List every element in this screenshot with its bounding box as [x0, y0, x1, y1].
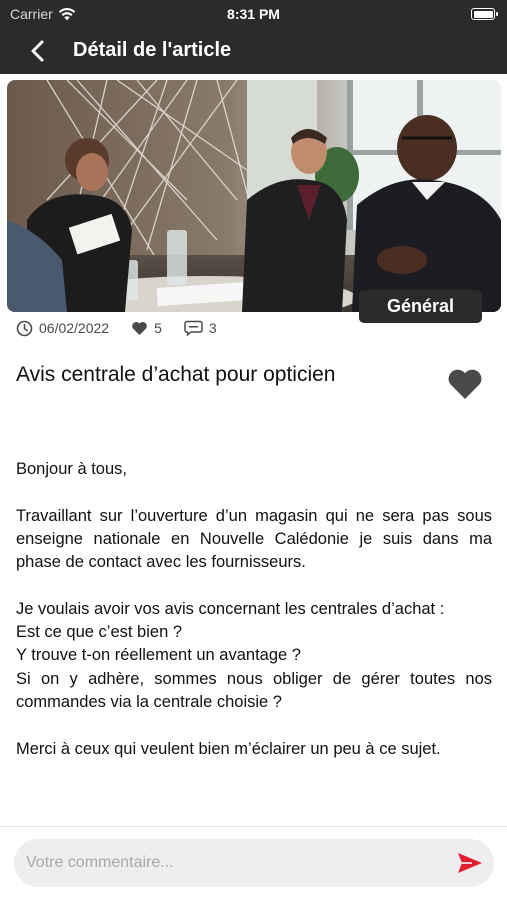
send-button[interactable]: [456, 851, 484, 875]
article-title: Avis centrale d’achat pour opticien: [16, 363, 336, 386]
article-paragraph: Merci à ceux qui veulent bien m’éclairer…: [16, 738, 492, 761]
meta-likes: 5: [131, 320, 162, 336]
comment-count: 3: [208, 320, 217, 336]
article-line: Bonjour à tous,: [16, 460, 127, 478]
battery-icon: [471, 8, 498, 20]
comment-composer: [14, 839, 494, 887]
article-line: Merci à ceux qui veulent bien m’éclairer…: [16, 739, 441, 758]
favorite-button[interactable]: [446, 366, 484, 402]
article-paragraph: Bonjour à tous,: [16, 458, 492, 481]
battery-level: [473, 10, 493, 18]
article-line: Si on y adhère, sommes nous obliger de g…: [16, 669, 492, 711]
article-line: Je voulais avoir vos avis concernant les…: [16, 599, 445, 618]
meeting-photo: [7, 80, 501, 312]
meta-date: 06/02/2022: [16, 320, 109, 337]
comment-input[interactable]: [26, 839, 446, 887]
article-line: Est ce que c’est bien ?: [16, 623, 183, 642]
comment-icon: [184, 320, 203, 336]
article-line: Travaillant sur l’ouverture d’un magasin…: [16, 506, 492, 572]
article-image: [7, 80, 501, 312]
heart-icon: [448, 369, 482, 399]
navigation-bar: Détail de l'article: [0, 28, 507, 74]
article-paragraph: Travaillant sur l’ouverture d’un magasin…: [16, 505, 492, 575]
status-bar: Carrier 8:31 PM: [0, 0, 507, 28]
status-time: 8:31 PM: [227, 6, 280, 22]
divider: [0, 826, 507, 827]
send-icon: [458, 853, 482, 873]
chevron-left-icon: [31, 40, 44, 62]
like-count: 5: [154, 320, 162, 336]
article-date: 06/02/2022: [39, 320, 110, 336]
article-meta: 06/02/2022 5 3: [16, 318, 239, 338]
heart-icon: [132, 321, 147, 335]
article-paragraph: Je voulais avoir vos avis concernant les…: [16, 598, 492, 714]
clock-icon: [16, 320, 33, 336]
meta-comments: 3: [184, 320, 217, 336]
article-line: Y trouve t-on réellement un avantage ?: [16, 646, 301, 665]
article-body: Bonjour à tous, Travaillant sur l’ouvertu…: [16, 458, 492, 761]
category-badge: Général: [359, 290, 482, 323]
page-title: Détail de l'article: [73, 39, 232, 61]
back-button[interactable]: [24, 37, 54, 65]
